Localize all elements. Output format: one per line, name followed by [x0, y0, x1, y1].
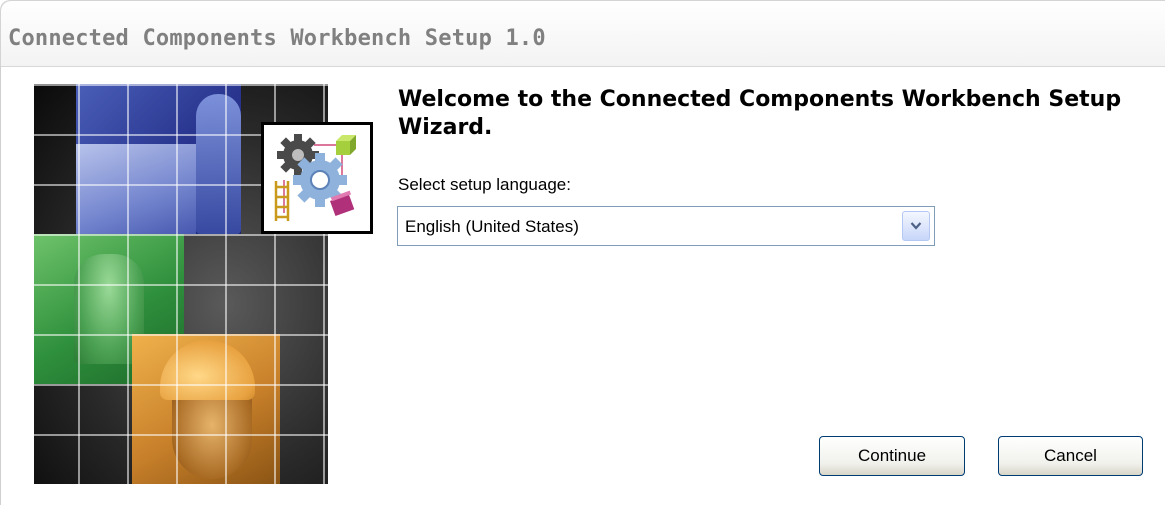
cancel-button[interactable]: Cancel: [998, 436, 1143, 476]
chevron-down-icon: [910, 222, 922, 230]
title-bar: Connected Components Workbench Setup 1.0: [0, 0, 1165, 67]
welcome-heading: Welcome to the Connected Components Work…: [398, 87, 1122, 140]
language-label: Select setup language:: [398, 175, 571, 194]
setup-window: Connected Components Workbench Setup 1.0: [0, 0, 1165, 505]
window-title: Connected Components Workbench Setup 1.0: [8, 26, 546, 51]
continue-button[interactable]: Continue: [819, 436, 965, 476]
language-dropdown-button[interactable]: [902, 211, 930, 241]
gears-ladder-logo-icon: [274, 134, 356, 221]
product-logo: [261, 122, 373, 234]
language-select[interactable]: English (United States): [397, 206, 935, 246]
language-select-value: English (United States): [405, 217, 579, 236]
window-border: [0, 66, 9, 505]
